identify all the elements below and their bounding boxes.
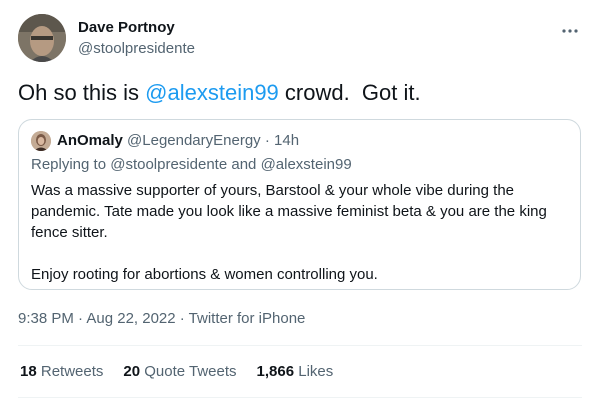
quotes-count: 20 [123,363,141,380]
replying-prefix: Replying to [31,156,111,173]
quoted-replying-to: Replying to @stoolpresidente and @alexst… [31,156,352,173]
retweets-stat[interactable]: 18 Retweets [20,363,103,380]
tweet-timestamp[interactable]: 9:38 PM · Aug 22, 2022 · Twitter for iPh… [18,310,305,327]
quoted-author-handle: @LegendaryEnergy [127,132,261,149]
more-horizontal-icon [561,21,579,39]
replying-user-1: @stoolpresidente [110,156,228,173]
divider-top [18,345,582,346]
tweet-mention-link[interactable]: @alexstein99 [145,80,279,105]
divider-bottom [18,397,582,398]
more-options-button[interactable] [558,18,582,42]
quoted-paragraph-2: Enjoy rooting for abortions & women cont… [31,266,378,283]
retweets-count: 18 [20,363,37,380]
tweet-stats: 18 Retweets 20 Quote Tweets 1,866 Likes [20,363,353,380]
quoted-paragraph-1: Was a massive supporter of yours, Barsto… [31,182,547,241]
quoted-body: Was a massive supporter of yours, Barsto… [31,180,561,285]
author-avatar[interactable] [18,14,66,62]
likes-count: 1,866 [256,363,295,380]
author-handle[interactable]: @stoolpresidente [78,40,195,57]
likes-stat[interactable]: 1,866 Likes [257,363,334,380]
likes-label: Likes [298,363,334,380]
tweet-text: Oh so this is @alexstein99 crowd. Got it… [18,80,421,106]
tweet-text-after: crowd. Got it. [278,80,421,105]
tweet-text-before: Oh so this is [18,80,146,105]
author-display-name[interactable]: Dave Portnoy [78,19,175,36]
replying-user-2: @alexstein99 [260,156,352,173]
quoted-author-avatar [31,131,51,151]
quoted-tweet-card[interactable]: AnOmaly @LegendaryEnergy · 14h Replying … [18,119,581,290]
tweet-header: Dave Portnoy @stoolpresidente [18,14,590,64]
retweets-label: Retweets [40,363,104,380]
quote-tweets-stat[interactable]: 20 Quote Tweets [123,363,236,380]
quoted-author-name: AnOmaly [57,132,123,149]
quoted-header: AnOmaly @LegendaryEnergy · 14h [57,132,299,149]
quoted-time: 14h [274,132,300,149]
replying-and: and [227,156,261,173]
quotes-label: Quote Tweets [144,363,237,380]
